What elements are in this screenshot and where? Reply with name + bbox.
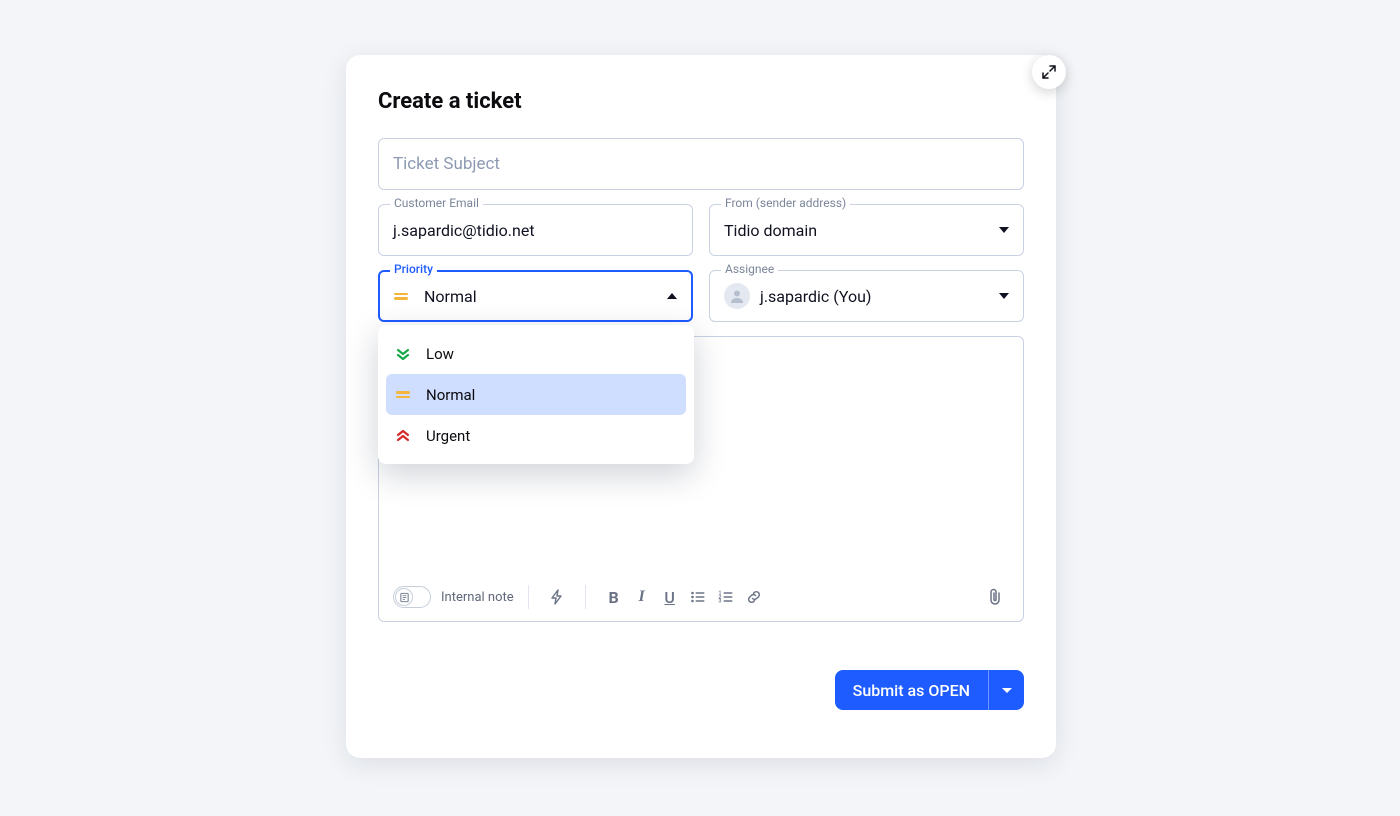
assignee-field[interactable]: Assignee j.sapardic (You) [709, 270, 1024, 322]
svg-text:3: 3 [718, 599, 721, 605]
quick-reply-button[interactable] [543, 583, 571, 611]
priority-normal-icon [396, 391, 426, 398]
customer-email-label: Customer Email [390, 196, 483, 210]
italic-button[interactable]: I [628, 583, 656, 611]
numbered-list-button[interactable]: 1 2 3 [712, 583, 740, 611]
submit-button[interactable]: Submit as OPEN [835, 670, 988, 710]
chevron-up-icon [667, 293, 677, 299]
priority-normal-icon [394, 293, 408, 300]
separator [585, 585, 586, 609]
bold-button[interactable]: B [600, 583, 628, 611]
priority-option-label: Low [426, 345, 454, 363]
separator [528, 585, 529, 609]
note-icon [399, 592, 410, 603]
link-icon [746, 589, 762, 605]
create-ticket-modal: Create a ticket Ticket Subject Customer … [346, 55, 1056, 758]
assignee-value: j.sapardic (You) [760, 287, 999, 306]
list-bullet-icon [690, 589, 706, 605]
from-value: Tidio domain [724, 221, 999, 240]
priority-option-urgent[interactable]: Urgent [386, 415, 686, 456]
priority-value: Normal [424, 287, 667, 306]
submit-button-group: Submit as OPEN [835, 670, 1024, 710]
customer-email-value: j.sapardic@tidio.net [393, 221, 678, 240]
chevron-down-icon [999, 293, 1009, 299]
subject-field[interactable]: Ticket Subject [378, 138, 1024, 190]
priority-option-normal[interactable]: Normal [386, 374, 686, 415]
editor-toolbar: Internal note B I U 1 [379, 573, 1023, 621]
priority-label: Priority [390, 262, 437, 276]
underline-button[interactable]: U [656, 583, 684, 611]
priority-option-label: Normal [426, 386, 475, 404]
lightning-icon [549, 589, 565, 605]
link-button[interactable] [740, 583, 768, 611]
customer-email-field[interactable]: Customer Email j.sapardic@tidio.net [378, 204, 693, 256]
assignee-label: Assignee [721, 262, 778, 276]
paperclip-icon [987, 588, 1003, 606]
priority-urgent-icon [396, 429, 426, 443]
priority-option-low[interactable]: Low [386, 333, 686, 374]
from-label: From (sender address) [721, 196, 850, 210]
list-number-icon: 1 2 3 [718, 589, 734, 605]
internal-note-label: Internal note [441, 590, 514, 605]
chevron-down-icon [999, 227, 1009, 233]
subject-placeholder: Ticket Subject [393, 154, 500, 174]
submit-dropdown-button[interactable] [988, 670, 1024, 710]
bullet-list-button[interactable] [684, 583, 712, 611]
from-field[interactable]: From (sender address) Tidio domain [709, 204, 1024, 256]
internal-note-toggle[interactable] [393, 586, 431, 608]
avatar [724, 283, 750, 309]
expand-icon [1042, 65, 1056, 79]
modal-title: Create a ticket [378, 89, 1024, 114]
priority-option-label: Urgent [426, 427, 470, 445]
attachment-button[interactable] [981, 583, 1009, 611]
chevron-down-icon [1002, 688, 1012, 693]
priority-low-icon [396, 347, 426, 361]
user-icon [729, 288, 745, 304]
expand-button[interactable] [1032, 55, 1066, 89]
priority-dropdown: Low Normal [378, 325, 694, 464]
priority-field[interactable]: Priority Normal L [378, 270, 693, 322]
